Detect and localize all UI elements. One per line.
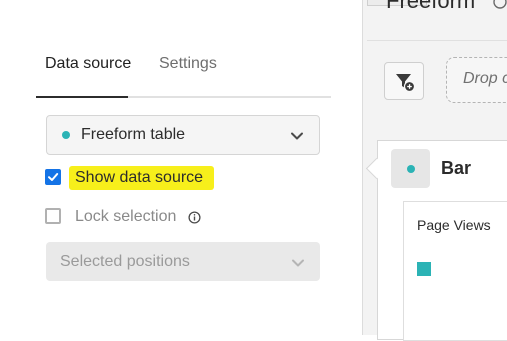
info-icon[interactable]	[493, 0, 507, 14]
visualization-color-dot	[407, 165, 415, 173]
selected-positions-placeholder: Selected positions	[60, 253, 190, 270]
visualization-type-icon[interactable]	[391, 149, 430, 188]
panel-tabs: Data source Settings	[36, 46, 331, 98]
add-filter-button[interactable]	[384, 62, 424, 100]
chart-legend-title: Page Views	[417, 217, 491, 233]
show-data-source-label[interactable]: Show data source	[75, 169, 203, 187]
segment-drop-zone[interactable]: Drop c	[446, 57, 507, 103]
tab-settings[interactable]: Settings	[159, 55, 217, 73]
show-data-source-checkbox[interactable]	[45, 169, 61, 185]
show-data-source-option: Show data source	[45, 166, 285, 191]
drop-zone-label: Drop c	[463, 70, 507, 87]
legend-swatch	[417, 262, 431, 276]
checkmark-icon	[48, 173, 59, 181]
lock-selection-option: Lock selection	[45, 206, 285, 230]
visualization-title[interactable]: Bar	[441, 158, 471, 179]
selected-positions-dropdown: Selected positions	[46, 242, 320, 281]
data-source-dropdown[interactable]: Freeform table	[46, 115, 320, 155]
chevron-down-icon	[291, 132, 303, 140]
active-tab-indicator	[36, 96, 128, 98]
data-source-color-dot	[62, 131, 70, 139]
lock-selection-label[interactable]: Lock selection	[75, 208, 176, 226]
filter-add-icon	[396, 74, 416, 93]
chevron-down-icon	[292, 259, 304, 267]
info-icon[interactable]	[188, 211, 201, 224]
header-divider	[367, 40, 507, 41]
panel-title: Freeform	[386, 0, 476, 13]
data-source-selected-value: Freeform table	[81, 126, 186, 143]
lock-selection-checkbox[interactable]	[45, 208, 61, 224]
tab-data-source[interactable]: Data source	[45, 55, 131, 73]
